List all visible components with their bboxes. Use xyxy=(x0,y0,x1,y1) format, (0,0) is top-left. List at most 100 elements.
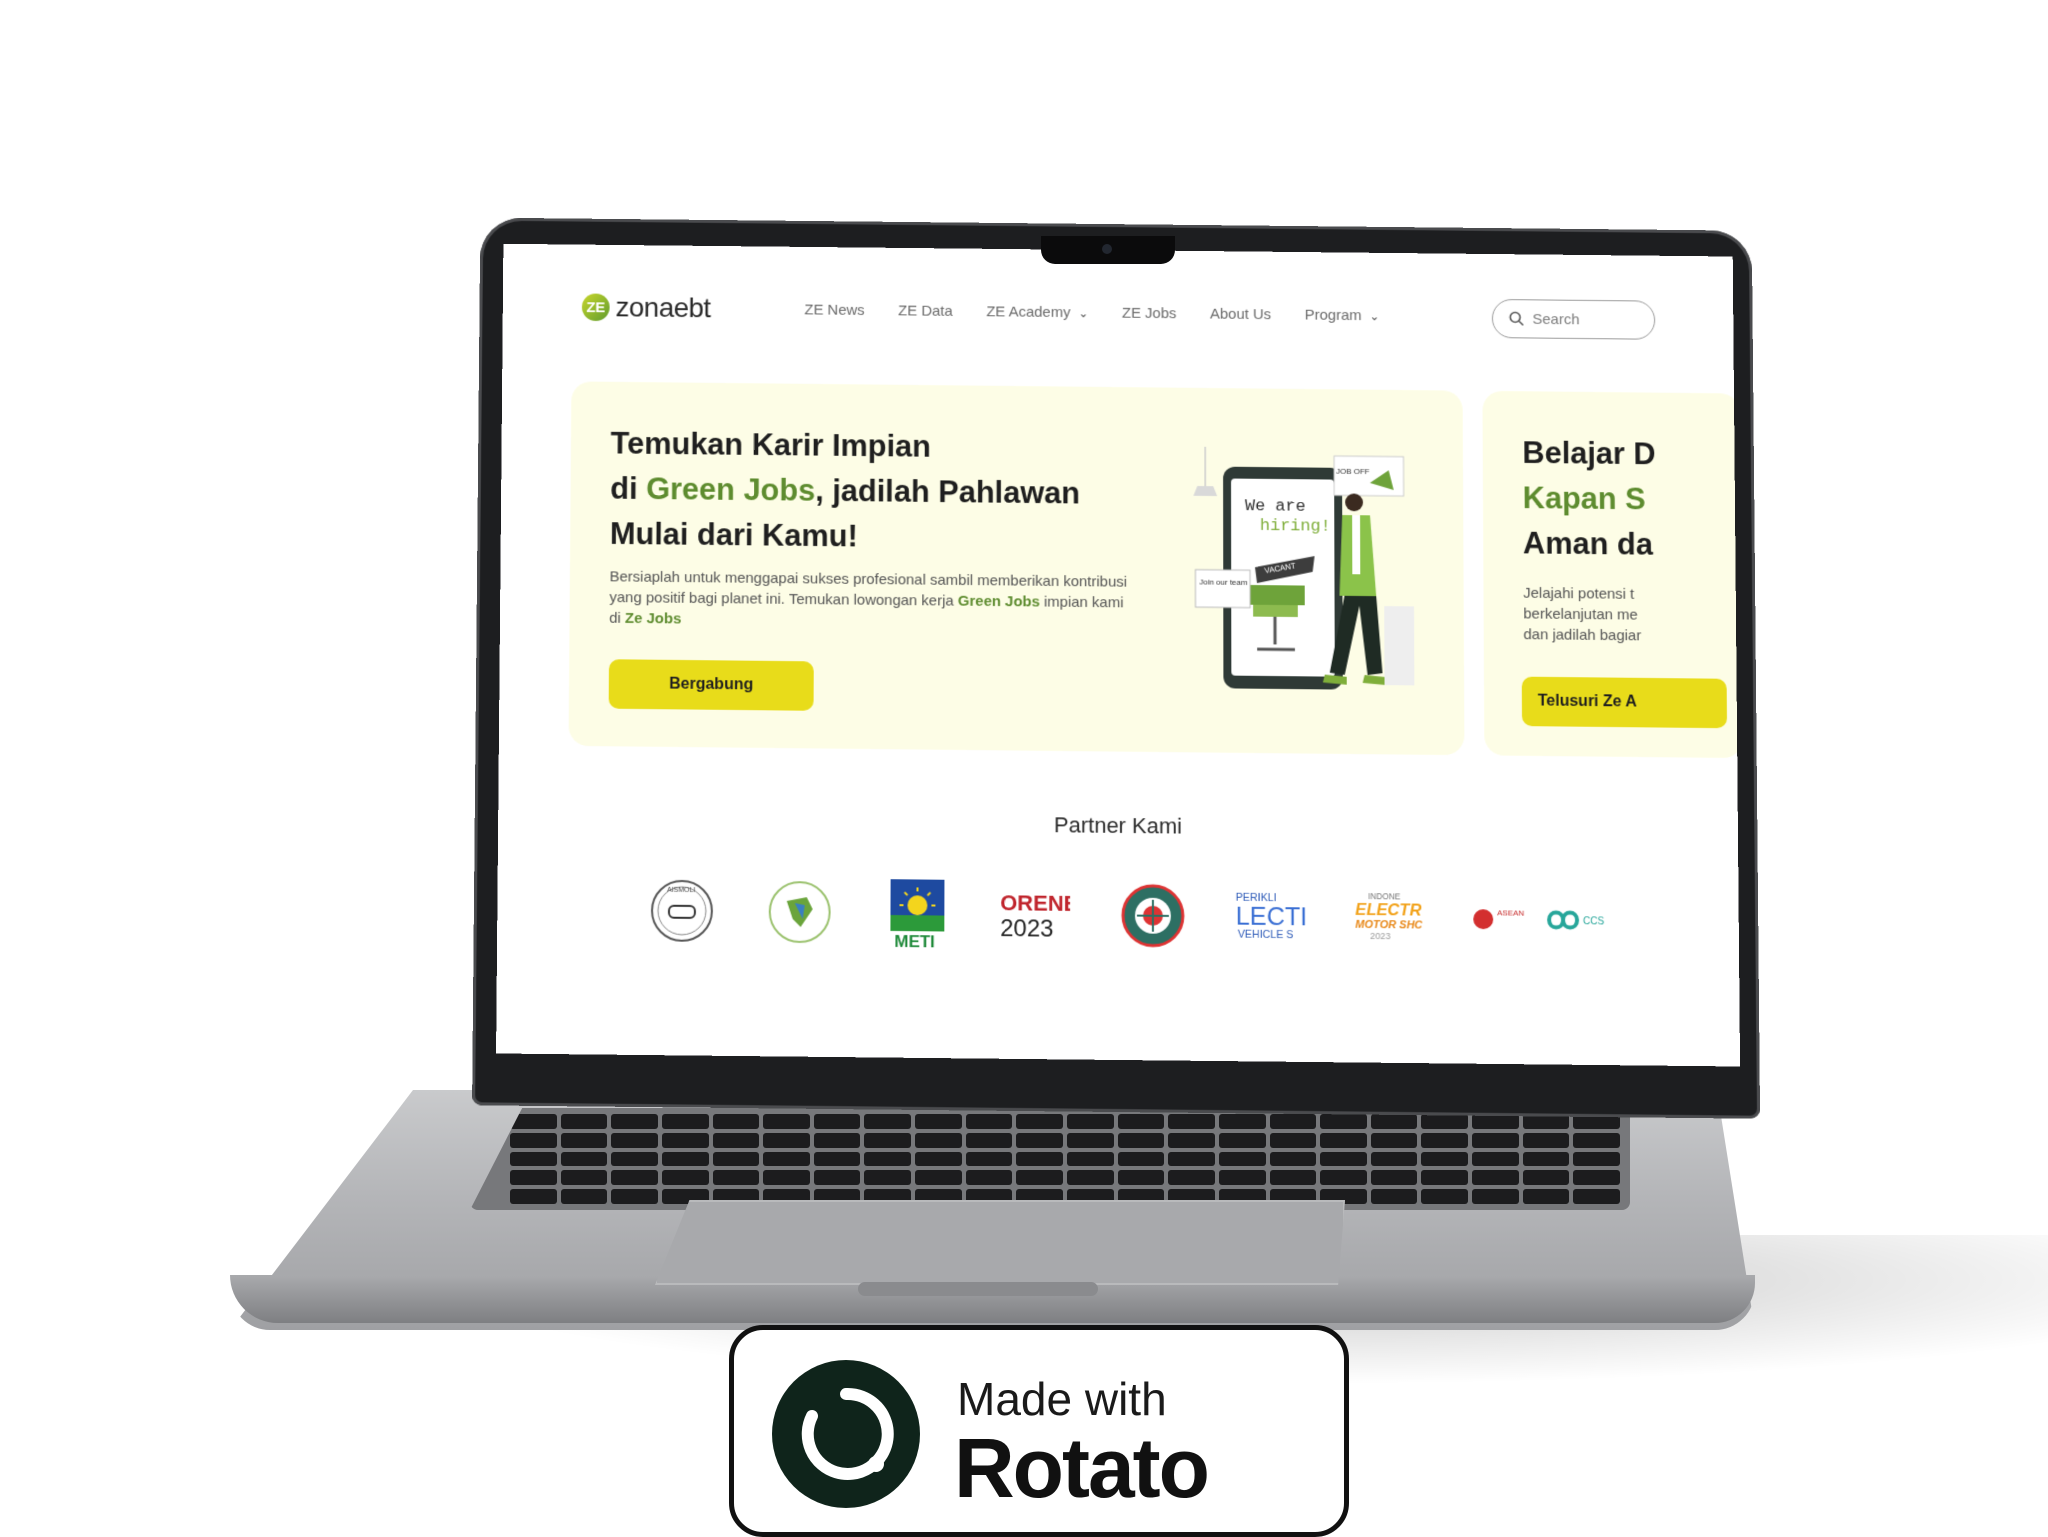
explore-academy-button[interactable]: Telusuri Ze A xyxy=(1522,677,1727,729)
keyboard-key xyxy=(1320,1114,1367,1129)
keyboard-key xyxy=(864,1170,911,1185)
keyboard-key xyxy=(1472,1170,1519,1185)
keyboard-key xyxy=(966,1170,1013,1185)
keyboard-key xyxy=(1472,1114,1519,1129)
apei-logo[interactable] xyxy=(765,877,835,947)
illus-text-hiring: hiring! xyxy=(1260,517,1331,537)
keyboard-key xyxy=(763,1152,810,1167)
hiring-illustration: We are hiring! JOB OFF VACANT Join our t… xyxy=(1185,447,1424,706)
keyboard-key xyxy=(713,1133,760,1148)
keyboard-key xyxy=(561,1114,608,1129)
keyboard-key xyxy=(510,1133,557,1148)
keyboard-key xyxy=(864,1133,911,1148)
nav-item-ze-academy[interactable]: ZE Academy⌄ xyxy=(986,303,1088,321)
logo-text: VEHICLE S xyxy=(1238,929,1294,942)
asean-ccs-logo[interactable]: ASEAN CCS xyxy=(1471,884,1631,955)
badge-brand: Rotato xyxy=(954,1420,1208,1517)
hero-title-line: Temukan Karir Impian xyxy=(610,421,1165,472)
keyboard-key xyxy=(1016,1170,1063,1185)
keyboard-key xyxy=(1067,1170,1114,1185)
keyboard-key xyxy=(1168,1114,1215,1129)
logo-text: MOTOR SHC xyxy=(1355,919,1423,932)
keyboard-key xyxy=(1219,1133,1266,1148)
keyboard-key xyxy=(966,1133,1013,1148)
keyboard-key xyxy=(561,1170,608,1185)
keyboard-key xyxy=(1573,1133,1620,1148)
keyboard-key xyxy=(1270,1170,1317,1185)
title-text: di xyxy=(610,471,646,506)
meti-logo[interactable]: METI xyxy=(882,878,952,948)
logo-text: ORENE xyxy=(1000,890,1070,916)
desc-line: dan jadilah bagiar xyxy=(1523,624,1740,649)
keyboard-key xyxy=(1118,1152,1165,1167)
logo-text: INDONE xyxy=(1368,892,1401,901)
hero-card-green-jobs: Temukan Karir Impian di Green Jobs, jadi… xyxy=(569,381,1465,755)
keyboard-key xyxy=(915,1152,962,1167)
join-button[interactable]: Bergabung xyxy=(609,659,814,711)
aismoli-logo[interactable]: AISMOLI xyxy=(647,876,717,946)
keyboard-key xyxy=(662,1152,709,1167)
keyboard-key xyxy=(1371,1189,1418,1204)
keyboard-key xyxy=(1573,1170,1620,1185)
keyboard-key xyxy=(662,1170,709,1185)
logo-text: METI xyxy=(894,932,935,950)
periklindo-logo[interactable]: PERIKLILECTIVEHICLE S xyxy=(1236,882,1306,952)
keyboard-key xyxy=(1523,1189,1570,1204)
hero-card-academy: Belajar D Kapan S Aman da Jelajahi poten… xyxy=(1482,391,1740,758)
hero-title: Belajar D Kapan S Aman da xyxy=(1522,430,1740,570)
hero-title-line: di Green Jobs, jadilah Pahlawan xyxy=(610,466,1166,517)
brand-mark-icon: ZE xyxy=(582,293,610,321)
keyboard-key xyxy=(1371,1114,1418,1129)
keyboard-key xyxy=(966,1114,1013,1129)
keyboard-key xyxy=(814,1133,861,1148)
search-icon xyxy=(1509,311,1525,327)
nav-item-ze-data[interactable]: ZE Data xyxy=(898,303,952,320)
keyboard-key xyxy=(1270,1114,1317,1129)
keyboard-key xyxy=(1523,1133,1570,1148)
keyboard-key xyxy=(1067,1114,1114,1129)
keyboard-key xyxy=(510,1152,557,1167)
chevron-down-icon: ⌄ xyxy=(1369,309,1379,323)
keyboard-key xyxy=(1219,1114,1266,1129)
logo-text: CCS xyxy=(1583,916,1604,927)
made-with-rotato-badge: Made with Rotato xyxy=(729,1325,1349,1537)
partners-title: Partner Kami xyxy=(498,807,1738,846)
keyboard-key xyxy=(814,1152,861,1167)
keyboard-key xyxy=(915,1133,962,1148)
nav-item-ze-jobs[interactable]: ZE Jobs xyxy=(1122,305,1176,322)
keyboard-key xyxy=(1371,1170,1418,1185)
brand-name: zonaebt xyxy=(615,292,710,324)
keyboard-key xyxy=(1016,1114,1063,1129)
nav-item-about-us[interactable]: About Us xyxy=(1210,306,1271,323)
hero-title-line: Aman da xyxy=(1523,521,1740,570)
keyboard-key xyxy=(763,1114,810,1129)
indonesia-electric-motor-show-logo[interactable]: INDONEELECTRMOTOR SHC2023 xyxy=(1353,883,1423,953)
keyboard-key xyxy=(1472,1133,1519,1148)
keyboard-key xyxy=(1472,1189,1519,1204)
nav-label: Program xyxy=(1305,307,1362,324)
orenergy-logo[interactable]: ORENE2023 xyxy=(1000,879,1070,949)
keyboard-key xyxy=(561,1152,608,1167)
keyboard xyxy=(470,1108,1630,1210)
keyboard-key xyxy=(561,1133,608,1148)
keyboard-key xyxy=(814,1170,861,1185)
brand-logo[interactable]: ZE zonaebt xyxy=(582,291,711,324)
search-input[interactable]: Search xyxy=(1492,299,1655,340)
illus-tag-job-offer: JOB OFF xyxy=(1336,467,1370,476)
seal-logo[interactable] xyxy=(1118,881,1188,951)
rotato-logo-icon xyxy=(772,1360,920,1508)
keyboard-key xyxy=(1421,1152,1468,1167)
keyboard-key xyxy=(1118,1133,1165,1148)
nav-item-program[interactable]: Program ⌄ xyxy=(1305,307,1380,324)
keyboard-key xyxy=(1320,1152,1367,1167)
keyboard-key xyxy=(1067,1133,1114,1148)
nav-item-ze-news[interactable]: ZE News xyxy=(804,302,864,319)
keyboard-key xyxy=(611,1114,658,1129)
keyboard-key xyxy=(713,1170,760,1185)
keyboard-key xyxy=(1371,1152,1418,1167)
logo-text: ASEAN xyxy=(1497,908,1524,917)
keyboard-key xyxy=(713,1114,760,1129)
keyboard-key xyxy=(510,1189,557,1204)
keyboard-key xyxy=(1219,1170,1266,1185)
ze-jobs-link[interactable]: Ze Jobs xyxy=(625,610,681,627)
